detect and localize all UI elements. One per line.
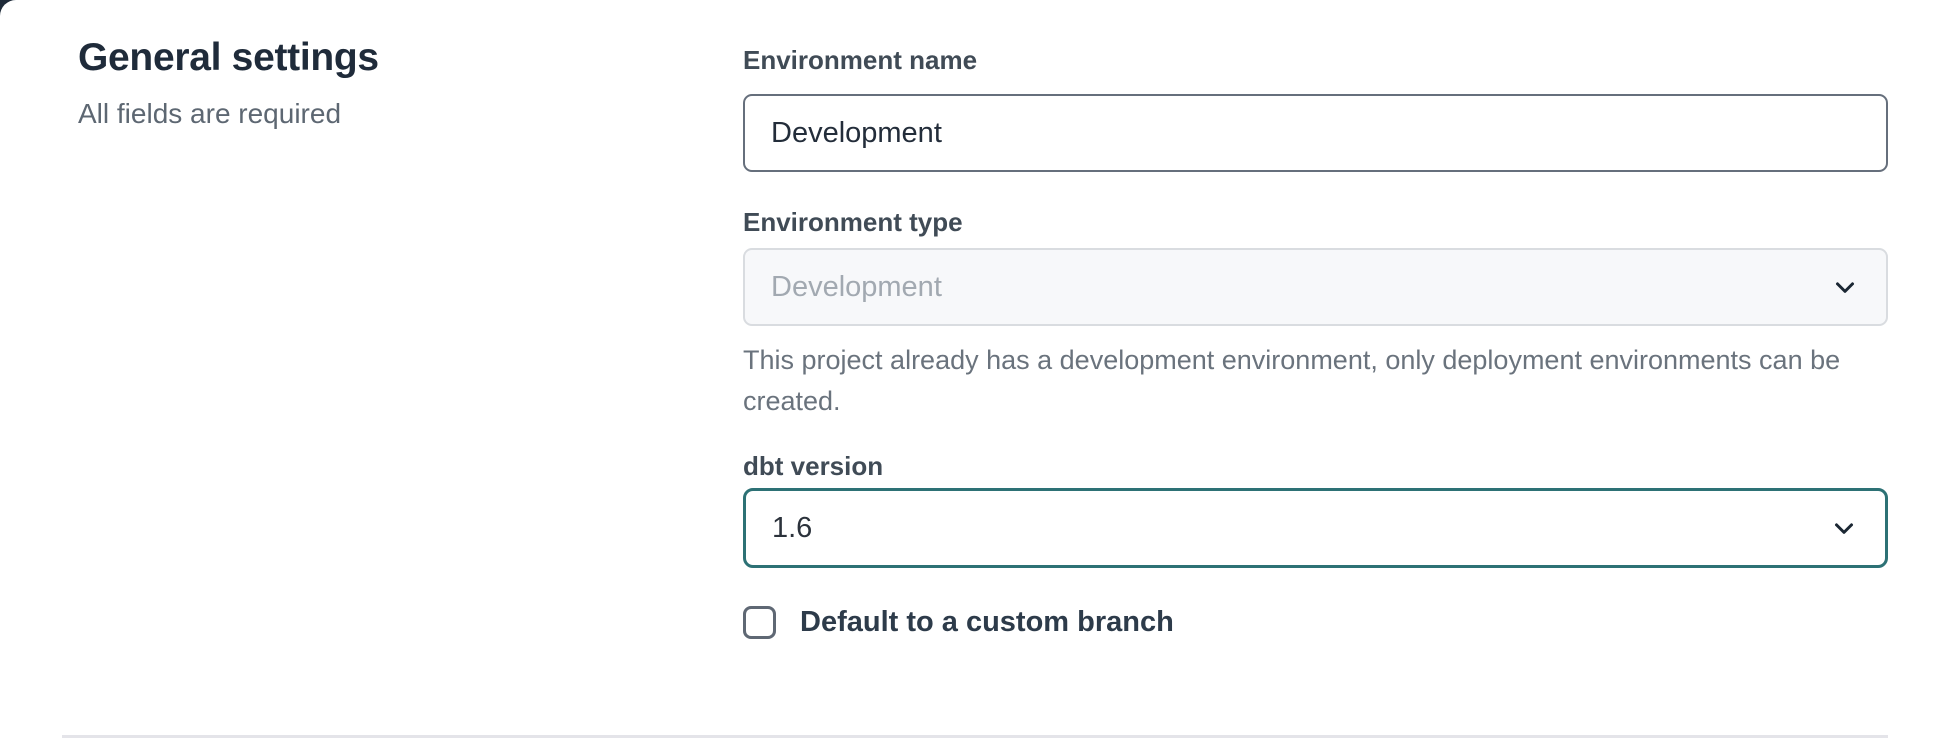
environment-type-label: Environment type: [743, 206, 1888, 238]
environment-type-select: Development: [743, 248, 1888, 326]
page-subtitle: All fields are required: [78, 96, 638, 132]
custom-branch-checkbox[interactable]: [743, 606, 776, 639]
environment-type-helper-text: This project already has a development e…: [743, 340, 1868, 422]
chevron-down-icon: [1830, 272, 1860, 302]
dbt-version-label: dbt version: [743, 450, 1888, 482]
chevron-down-icon: [1829, 513, 1859, 543]
dbt-version-value: 1.6: [772, 512, 812, 545]
page-title: General settings: [78, 34, 638, 82]
general-settings-form: Environment name Environment type Develo…: [743, 44, 1888, 639]
environment-name-label: Environment name: [743, 44, 1888, 76]
settings-card: General settings All fields are required…: [0, 0, 1958, 740]
section-divider: [62, 735, 1888, 738]
dbt-version-select[interactable]: 1.6: [743, 488, 1888, 568]
environment-type-value: Development: [771, 271, 942, 304]
custom-branch-label: Default to a custom branch: [800, 606, 1174, 639]
environment-name-input[interactable]: [743, 94, 1888, 172]
section-header: General settings All fields are required: [78, 34, 638, 132]
custom-branch-row: Default to a custom branch: [743, 606, 1888, 639]
